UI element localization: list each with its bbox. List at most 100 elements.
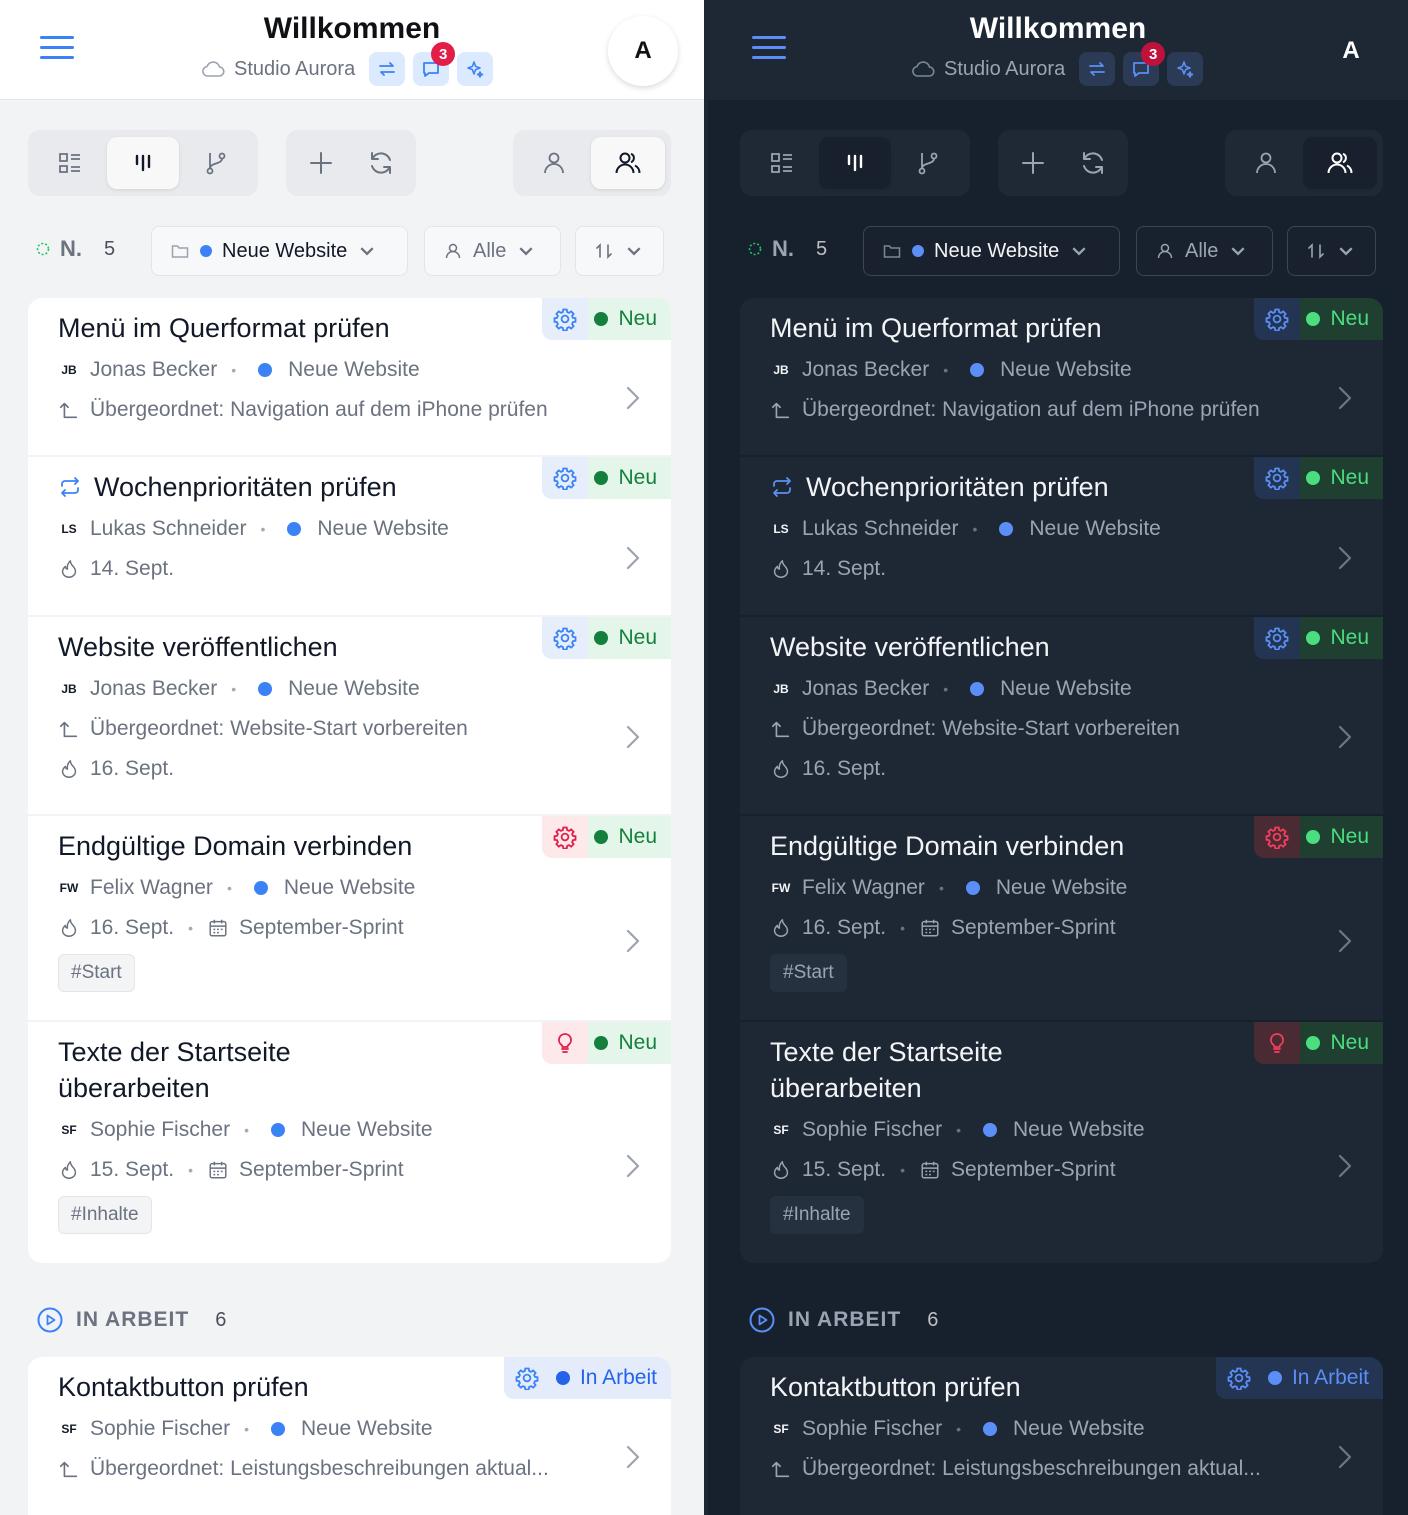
parent-arrow-icon bbox=[770, 399, 792, 421]
assignee-filter[interactable]: Alle bbox=[424, 226, 561, 276]
ai-button[interactable] bbox=[457, 52, 494, 86]
chevron-right-icon bbox=[1337, 545, 1353, 571]
task-title: Menü im Querformat prüfen bbox=[58, 313, 390, 343]
task-title: Menü im Querformat prüfen bbox=[770, 313, 1102, 343]
tag-chip[interactable]: #Start bbox=[58, 954, 135, 992]
assignee-name: Jonas Becker bbox=[90, 358, 218, 381]
workspace-name[interactable]: Studio Aurora bbox=[234, 58, 355, 81]
kanban-view-button[interactable] bbox=[819, 137, 891, 189]
action-group bbox=[998, 130, 1128, 196]
task-card[interactable]: Endgültige Domain verbinden Neu FW Felix … bbox=[28, 816, 671, 1022]
toolbar bbox=[0, 130, 704, 196]
type-button[interactable] bbox=[1254, 1022, 1301, 1064]
project-filter[interactable]: Neue Website bbox=[863, 226, 1120, 276]
workspace-name[interactable]: Studio Aurora bbox=[944, 58, 1065, 81]
type-button[interactable] bbox=[542, 298, 589, 340]
play-circle-icon bbox=[749, 1307, 775, 1333]
task-card[interactable]: Website veröffentlichen Neu JB Jonas Beck… bbox=[28, 617, 671, 816]
parent-text: Übergeordnet: Leistungsbeschreibungen ak… bbox=[802, 1457, 1261, 1480]
section-header-in-progress[interactable]: IN ARBEIT 6 bbox=[36, 1306, 226, 1334]
assignee-name: Felix Wagner bbox=[802, 876, 925, 899]
task-card[interactable]: Kontaktbutton prüfen In Arbeit SF Sophie … bbox=[740, 1357, 1383, 1515]
task-card[interactable]: Wochenprioritäten prüfen Neu LS Lukas Sch… bbox=[740, 457, 1383, 617]
type-button[interactable] bbox=[542, 816, 589, 858]
task-title: Wochenprioritäten prüfen bbox=[806, 472, 1109, 502]
ai-button[interactable] bbox=[1167, 52, 1204, 86]
repeat-icon bbox=[770, 475, 794, 499]
type-button[interactable] bbox=[1254, 816, 1301, 858]
project-filter[interactable]: Neue Website bbox=[151, 226, 408, 276]
my-tasks-button[interactable] bbox=[1231, 137, 1301, 189]
task-list-in-progress: Kontaktbutton prüfen In Arbeit SF Sophie … bbox=[28, 1357, 671, 1515]
tag-chip[interactable]: #Inhalte bbox=[58, 1196, 152, 1234]
task-card[interactable]: Wochenprioritäten prüfen Neu LS Lukas Sch… bbox=[28, 457, 671, 617]
type-button[interactable] bbox=[1215, 1357, 1262, 1399]
section-label: IN ARBEIT bbox=[788, 1308, 902, 1331]
plus-icon bbox=[310, 152, 332, 174]
sort-button[interactable] bbox=[1287, 226, 1376, 276]
status-filter[interactable]: N. 5 bbox=[748, 236, 827, 262]
type-button[interactable] bbox=[542, 1022, 589, 1064]
section-header-in-progress[interactable]: IN ARBEIT 6 bbox=[748, 1306, 938, 1334]
gear-icon bbox=[553, 466, 577, 490]
swap-button[interactable] bbox=[1079, 52, 1116, 86]
status-text: Neu bbox=[1330, 1031, 1369, 1054]
type-button[interactable] bbox=[542, 617, 589, 659]
assignee-name: Jonas Becker bbox=[802, 677, 930, 700]
avatar[interactable]: A bbox=[1316, 16, 1386, 86]
status-filter[interactable]: N. 5 bbox=[36, 236, 115, 262]
chat-button[interactable]: 3 bbox=[1123, 42, 1166, 86]
task-card[interactable]: Texte der Startseite überarbeiten Neu SF S… bbox=[28, 1022, 671, 1263]
swap-button[interactable] bbox=[369, 52, 406, 86]
branch-view-button[interactable] bbox=[181, 137, 252, 189]
task-card[interactable]: Website veröffentlichen Neu JB Jonas Beck… bbox=[740, 617, 1383, 816]
refresh-button[interactable] bbox=[352, 137, 410, 189]
project-name: Neue Website bbox=[995, 876, 1128, 899]
type-button[interactable] bbox=[1254, 617, 1301, 659]
calendar-icon bbox=[919, 1159, 941, 1181]
status-badge: Neu bbox=[1254, 816, 1383, 858]
assignee-initials: JB bbox=[61, 363, 77, 377]
refresh-button[interactable] bbox=[1064, 137, 1122, 189]
list-view-button[interactable] bbox=[34, 137, 105, 189]
assignee-filter[interactable]: Alle bbox=[1136, 226, 1273, 276]
assignee-initials: SF bbox=[61, 1123, 77, 1137]
chat-button[interactable]: 3 bbox=[413, 42, 456, 86]
filter-bar: N. 5 Neue Website Alle bbox=[708, 226, 1408, 276]
type-button[interactable] bbox=[542, 457, 589, 499]
task-meta: JB Jonas Becker • Neue Website bbox=[58, 677, 419, 701]
task-card[interactable]: Menü im Querformat prüfen Neu JB Jonas Be… bbox=[28, 298, 671, 457]
gear-icon bbox=[1265, 466, 1289, 490]
type-button[interactable] bbox=[1254, 457, 1301, 499]
my-tasks-button[interactable] bbox=[519, 137, 589, 189]
task-card[interactable]: Endgültige Domain verbinden Neu FW Felix … bbox=[740, 816, 1383, 1022]
sort-button[interactable] bbox=[575, 226, 664, 276]
due-date: 15. Sept. bbox=[802, 1158, 887, 1181]
project-dot bbox=[200, 245, 212, 257]
chevron-down-icon bbox=[1072, 247, 1086, 256]
type-button[interactable] bbox=[1254, 298, 1301, 340]
team-tasks-button[interactable] bbox=[1303, 137, 1377, 189]
users-icon bbox=[1327, 152, 1353, 174]
page-title: Willkommen bbox=[263, 12, 441, 45]
avatar[interactable]: A bbox=[608, 16, 678, 86]
task-list-new: Menü im Querformat prüfen Neu JB Jonas Be… bbox=[740, 298, 1383, 1263]
add-button[interactable] bbox=[292, 137, 350, 189]
task-card[interactable]: Kontaktbutton prüfen In Arbeit SF Sophie … bbox=[28, 1357, 671, 1515]
branch-view-button[interactable] bbox=[893, 137, 964, 189]
add-button[interactable] bbox=[1004, 137, 1062, 189]
list-view-button[interactable] bbox=[746, 137, 817, 189]
kanban-view-button[interactable] bbox=[107, 137, 179, 189]
chevron-right-icon bbox=[625, 1444, 641, 1470]
repeat-icon bbox=[58, 475, 82, 499]
app-header: Willkommen Studio Aurora 3 A bbox=[708, 0, 1408, 100]
team-tasks-button[interactable] bbox=[591, 137, 665, 189]
task-card[interactable]: Menü im Querformat prüfen Neu JB Jonas Be… bbox=[740, 298, 1383, 457]
task-card[interactable]: Texte der Startseite überarbeiten Neu SF S… bbox=[740, 1022, 1383, 1263]
type-button[interactable] bbox=[503, 1357, 550, 1399]
filter-bar: N. 5 Neue Website Alle bbox=[0, 226, 704, 276]
notification-badge: 3 bbox=[431, 42, 456, 66]
task-list-in-progress: Kontaktbutton prüfen In Arbeit SF Sophie … bbox=[740, 1357, 1383, 1515]
tag-chip[interactable]: #Start bbox=[770, 954, 847, 992]
tag-chip[interactable]: #Inhalte bbox=[770, 1196, 864, 1234]
